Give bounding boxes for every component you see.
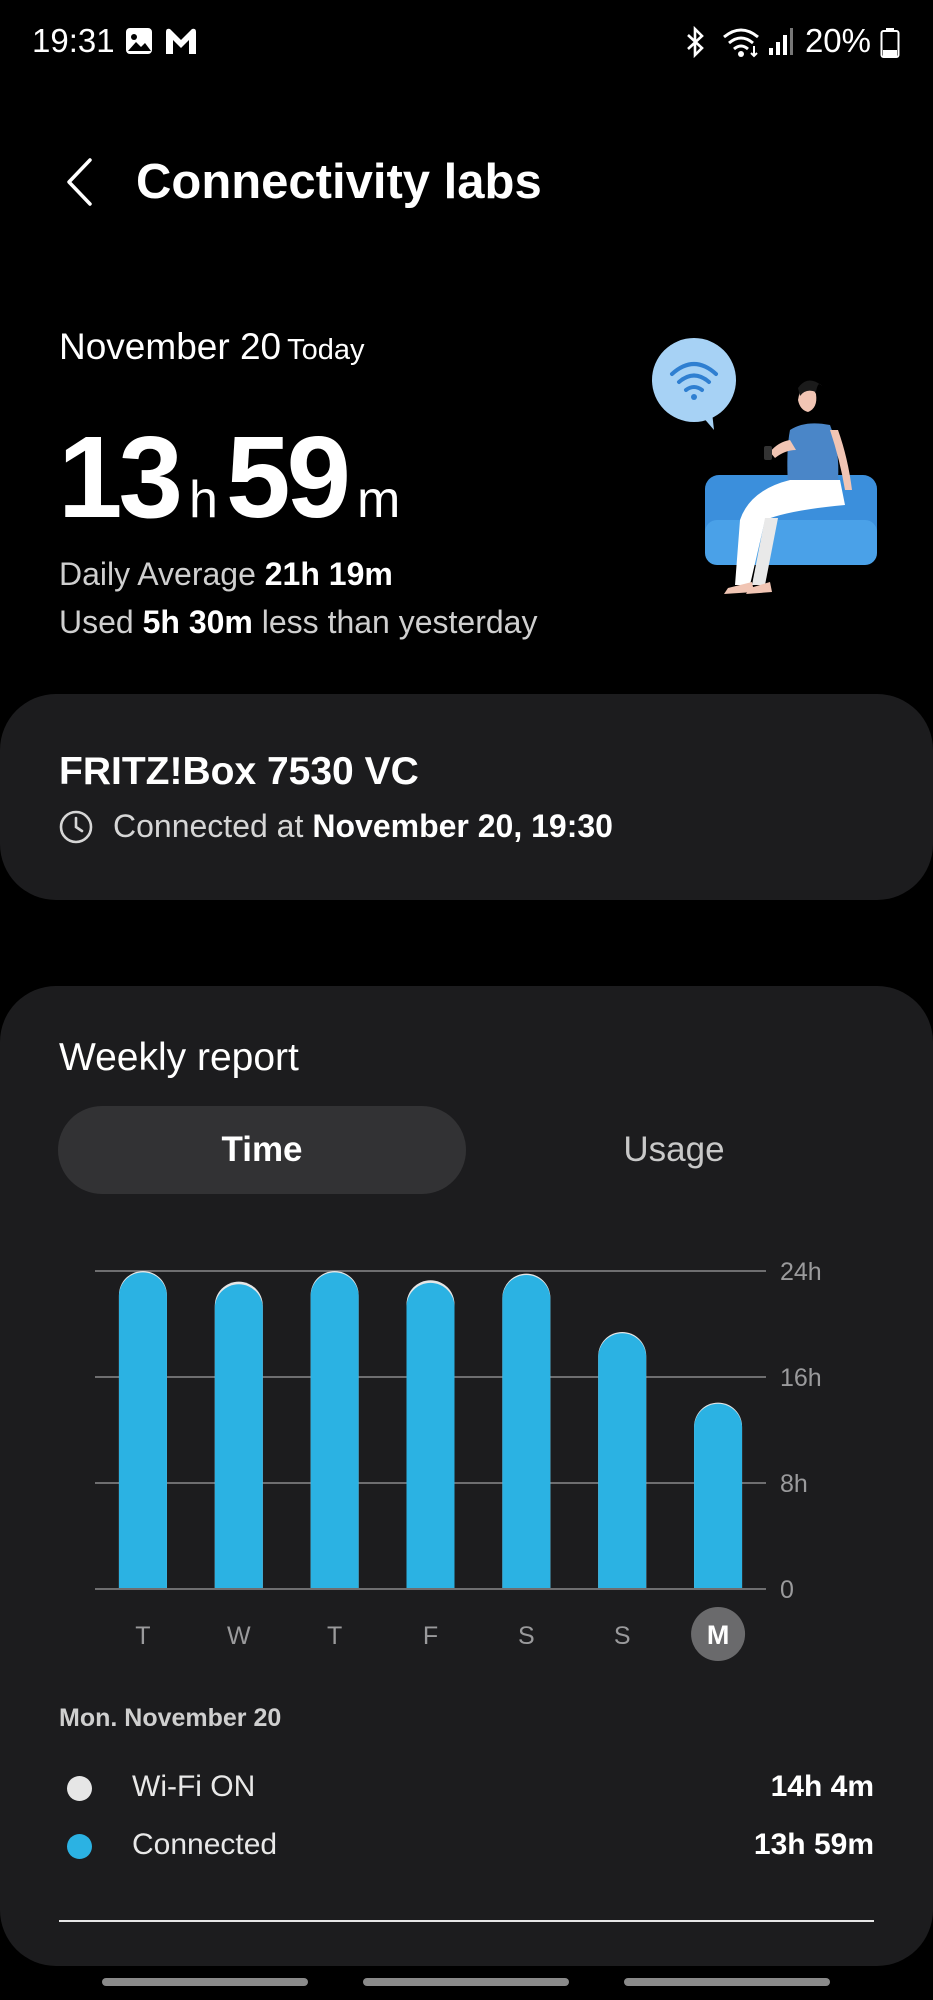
person-on-sofa-illustration	[640, 330, 880, 600]
bar-connected	[118, 1272, 167, 1589]
bar-connected	[502, 1275, 551, 1589]
nav-hint-recents[interactable]	[102, 1978, 308, 1986]
total-connected-time: 13 h 59 m	[58, 410, 408, 542]
status-time: 19:31	[32, 22, 115, 59]
weekly-bar-chart: 0 8h 16h 24h T W T F S S M	[0, 1256, 933, 1661]
chart-svg: 0 8h 16h 24h T W T F S S M	[95, 1258, 822, 1661]
back-arrow-icon	[64, 157, 94, 212]
daily-average-label: Daily Average	[59, 556, 256, 592]
connected-at-label: Connected at	[113, 808, 304, 844]
x-tick-label: F	[423, 1622, 438, 1650]
legend-row-connected: Connected 13h 59m	[0, 1820, 933, 1870]
used-label: Used	[59, 604, 134, 640]
x-tick-label: S	[614, 1622, 631, 1650]
bluetooth-icon	[684, 25, 708, 63]
bar-connected	[214, 1284, 263, 1589]
back-button[interactable]	[52, 152, 106, 216]
page-title: Connectivity labs	[136, 155, 542, 209]
hours-value: 13	[58, 412, 183, 542]
report-type-toggle: Time Usage	[58, 1106, 878, 1194]
gallery-icon	[124, 26, 154, 61]
x-tick-label: T	[327, 1622, 342, 1650]
legend-row-wifi-on: Wi-Fi ON 14h 4m	[0, 1762, 933, 1812]
minutes-unit: m	[356, 471, 401, 529]
y-tick-label: 16h	[780, 1364, 822, 1392]
legend-label: Connected	[132, 1828, 278, 1861]
network-name: FRITZ!Box 7530 VC	[59, 750, 419, 793]
x-tick-label: M	[707, 1620, 730, 1650]
usage-comparison-line: Used 5h 30m less than yesterday	[59, 604, 537, 641]
bar-connected	[694, 1403, 743, 1589]
y-tick-label: 24h	[780, 1258, 822, 1286]
selected-day-date: Mon. November 20	[59, 1704, 282, 1732]
network-card[interactable]: FRITZ!Box 7530 VC Connected at November …	[0, 694, 933, 900]
wifi-on-dot	[67, 1776, 92, 1801]
minutes-value: 59	[225, 412, 351, 542]
x-tick-label: T	[135, 1622, 150, 1650]
bar-connected	[598, 1333, 647, 1589]
wifi-bubble-icon	[652, 338, 736, 430]
weekly-report-title: Weekly report	[59, 1036, 299, 1079]
x-tick-label: W	[227, 1622, 251, 1650]
legend-value: 14h 4m	[770, 1770, 874, 1803]
wifi-icon	[722, 26, 762, 63]
y-tick-label: 8h	[780, 1470, 808, 1498]
weekly-report-card: Weekly report Time Usage 0 8h 16h 24h T W T F S S…	[0, 986, 933, 1966]
battery-percentage: 20%	[804, 22, 871, 59]
tab-usage[interactable]: Usage	[470, 1106, 878, 1194]
daily-average-value: 21h 19m	[264, 556, 393, 592]
y-tick-label: 0	[780, 1576, 794, 1604]
summary-date-text: November 20	[59, 326, 282, 367]
hours-unit: h	[189, 471, 218, 529]
daily-average-line: Daily Average 21h 19m	[59, 556, 393, 593]
gmail-icon	[164, 26, 198, 61]
clock-icon	[59, 810, 93, 844]
connected-at-row: Connected at November 20, 19:30	[59, 808, 613, 845]
bar-connected	[310, 1272, 359, 1589]
nav-hint-home[interactable]	[363, 1978, 569, 1986]
nav-hint-back[interactable]	[624, 1978, 830, 1986]
connectivity-labs-screen: 19:31 20% Connectivity labs November 20 T…	[0, 0, 933, 2000]
summary-date: November 20 Today	[59, 326, 365, 368]
x-tick-label: S	[518, 1622, 535, 1650]
connected-at-value: November 20, 19:30	[312, 808, 613, 844]
divider	[59, 1920, 874, 1922]
used-suffix: less than yesterday	[261, 604, 538, 640]
signal-icon	[768, 26, 794, 61]
legend-label: Wi-Fi ON	[132, 1770, 256, 1803]
legend-value: 13h 59m	[753, 1828, 874, 1861]
used-value: 5h 30m	[142, 604, 253, 640]
connected-dot	[67, 1834, 92, 1859]
battery-icon	[880, 28, 900, 63]
today-label: Today	[287, 334, 365, 366]
bar-connected	[406, 1282, 455, 1589]
tab-time[interactable]: Time	[58, 1106, 466, 1194]
status-bar: 19:31 20%	[0, 0, 933, 84]
